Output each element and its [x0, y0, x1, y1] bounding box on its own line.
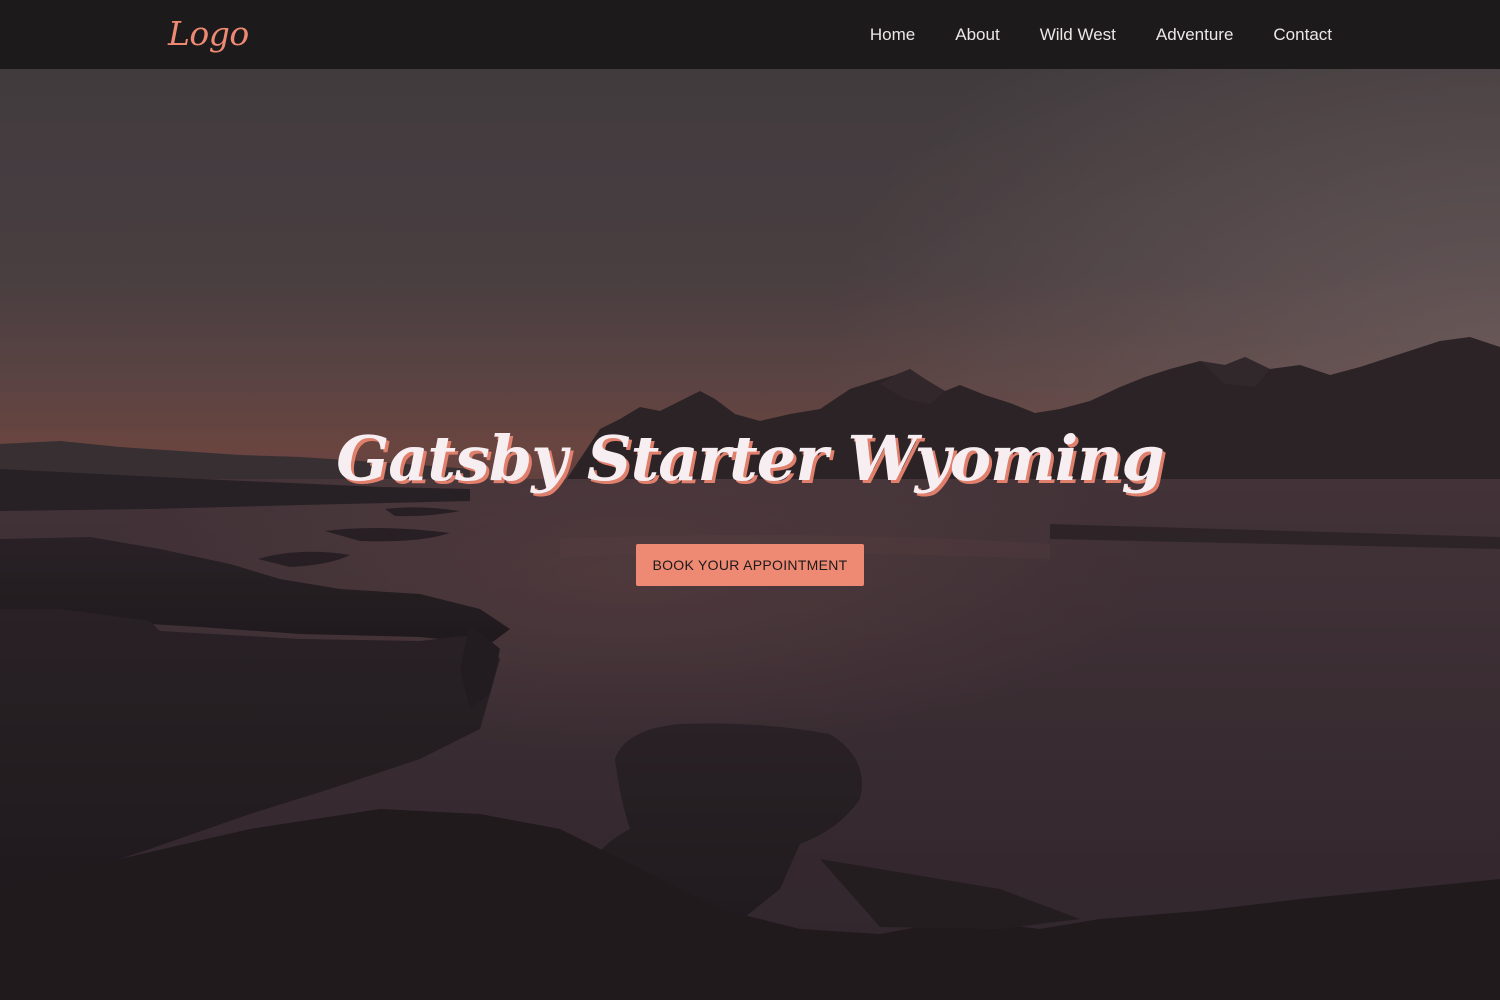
site-header: Logo Home About Wild West Adventure Cont…: [0, 0, 1500, 69]
main-nav: Home About Wild West Adventure Contact: [830, 0, 1332, 69]
nav-link-home[interactable]: Home: [870, 25, 915, 45]
nav-link-about[interactable]: About: [955, 25, 999, 45]
site-logo[interactable]: Logo: [168, 14, 249, 54]
hero-section: Gatsby Starter Wyoming BOOK YOUR APPOINT…: [0, 69, 1500, 1000]
nav-link-contact[interactable]: Contact: [1273, 25, 1332, 45]
nav-link-adventure[interactable]: Adventure: [1156, 25, 1234, 45]
hero-dark-overlay: [0, 69, 1500, 1000]
hero-title: Gatsby Starter Wyoming: [336, 422, 1164, 495]
nav-link-wild-west[interactable]: Wild West: [1040, 25, 1116, 45]
book-appointment-button[interactable]: BOOK YOUR APPOINTMENT: [636, 544, 864, 586]
page: Logo Home About Wild West Adventure Cont…: [0, 0, 1500, 1000]
